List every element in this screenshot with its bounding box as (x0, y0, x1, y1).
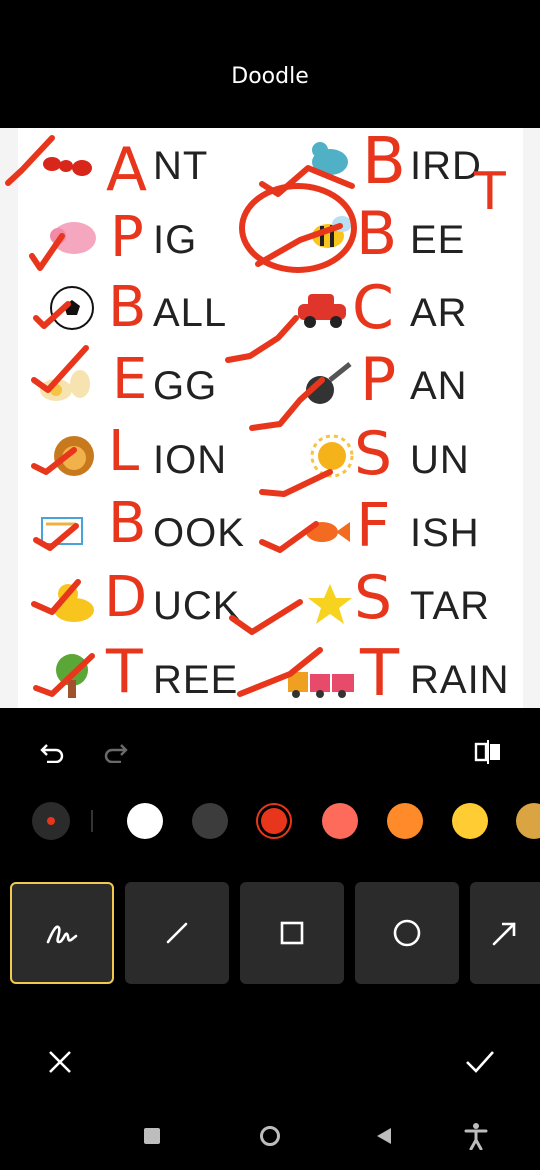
circle-icon (393, 919, 421, 947)
accessibility-icon[interactable] (456, 1116, 496, 1156)
handwritten-letter-s2: S (354, 563, 393, 633)
system-navbar (0, 1102, 540, 1170)
word-train: RAIN (410, 658, 510, 702)
ant-picture (43, 157, 92, 176)
color-swatch-coral[interactable] (322, 803, 358, 839)
brush-size-dot (47, 817, 55, 825)
circle-tool-button[interactable] (355, 882, 459, 984)
worksheet-image: NT IG ALL GG ION OOK UCK REE IRD EE AR A… (18, 128, 523, 708)
bird-picture (312, 142, 348, 175)
handwritten-letter-b4: B (356, 199, 398, 269)
word-duck: UCK (153, 584, 241, 628)
color-swatch-dark-gray[interactable] (192, 803, 228, 839)
handwritten-note: T (474, 162, 506, 222)
word-tree: REE (153, 658, 239, 702)
word-ant: NT (153, 144, 209, 188)
arrow-tool-button[interactable] (470, 882, 540, 984)
handwritten-letter-p2: P (360, 345, 397, 415)
handwritten-letter-p: P (110, 205, 144, 270)
color-swatch-gold[interactable] (516, 803, 540, 839)
fish-picture (306, 522, 350, 542)
color-swatch-yellow[interactable] (452, 803, 488, 839)
word-pig: IG (153, 218, 198, 262)
handwritten-letter-c: C (352, 273, 394, 343)
word-lion: ION (153, 438, 228, 482)
page-title: Doodle (231, 64, 309, 89)
duck-picture (54, 584, 94, 622)
swatch-divider (91, 810, 93, 832)
word-egg: GG (153, 364, 218, 408)
home-icon[interactable] (250, 1116, 290, 1156)
handwritten-letter-l: L (108, 419, 140, 484)
color-swatch-orange[interactable] (387, 803, 423, 839)
train-picture (288, 672, 354, 698)
handwritten-letter-a: A (106, 135, 148, 205)
handwritten-letter-t2: T (360, 637, 400, 708)
doodle-canvas[interactable]: NT IG ALL GG ION OOK UCK REE IRD EE AR A… (0, 128, 540, 708)
word-bird: IRD (410, 144, 482, 188)
word-pan: AN (410, 364, 468, 408)
line-tool-button[interactable] (125, 882, 229, 984)
compare-icon[interactable] (468, 732, 508, 772)
word-book: OOK (153, 511, 245, 555)
handwritten-letter-b2: B (108, 491, 147, 556)
back-icon[interactable] (364, 1116, 404, 1156)
handwritten-letter-s1: S (354, 419, 393, 489)
color-swatch-red-selected[interactable] (256, 803, 292, 839)
word-star: TAR (410, 584, 491, 628)
title-bar: Doodle (0, 0, 540, 128)
arrow-icon (492, 922, 516, 946)
word-car: AR (410, 291, 468, 335)
freehand-tool-button[interactable] (10, 882, 114, 984)
scribble-icon (46, 925, 78, 944)
check-icon[interactable] (460, 1042, 500, 1082)
line-icon (166, 922, 188, 944)
pan-picture (306, 362, 352, 404)
egg-picture (40, 370, 90, 401)
pig-picture (50, 222, 96, 254)
handwritten-letter-f: F (356, 491, 391, 561)
tree-picture (56, 654, 88, 698)
word-bee: EE (410, 218, 466, 262)
square-icon (280, 921, 304, 945)
handwritten-letter-d: D (104, 565, 148, 630)
ball-picture (50, 286, 94, 330)
doodle-toolbar (0, 708, 540, 1170)
word-ball: ALL (153, 291, 228, 335)
word-sun: UN (410, 438, 470, 482)
lion-picture (54, 436, 94, 476)
sun-picture (310, 434, 354, 478)
handwritten-letter-t1: T (106, 637, 143, 707)
word-fish: ISH (410, 511, 480, 555)
star-picture (308, 584, 352, 624)
handwritten-letter-b3: B (362, 128, 406, 199)
bee-picture (312, 216, 352, 248)
car-picture (298, 294, 346, 328)
redo-icon[interactable] (96, 732, 136, 772)
rectangle-tool-button[interactable] (240, 882, 344, 984)
handwritten-letter-b1: B (108, 275, 147, 340)
book-picture (41, 517, 83, 545)
close-icon[interactable] (40, 1042, 80, 1082)
handwritten-letter-e: E (112, 347, 148, 412)
undo-icon[interactable] (32, 732, 72, 772)
brush-size-picker[interactable] (32, 802, 70, 840)
color-swatch-white[interactable] (127, 803, 163, 839)
recents-icon[interactable] (132, 1116, 172, 1156)
